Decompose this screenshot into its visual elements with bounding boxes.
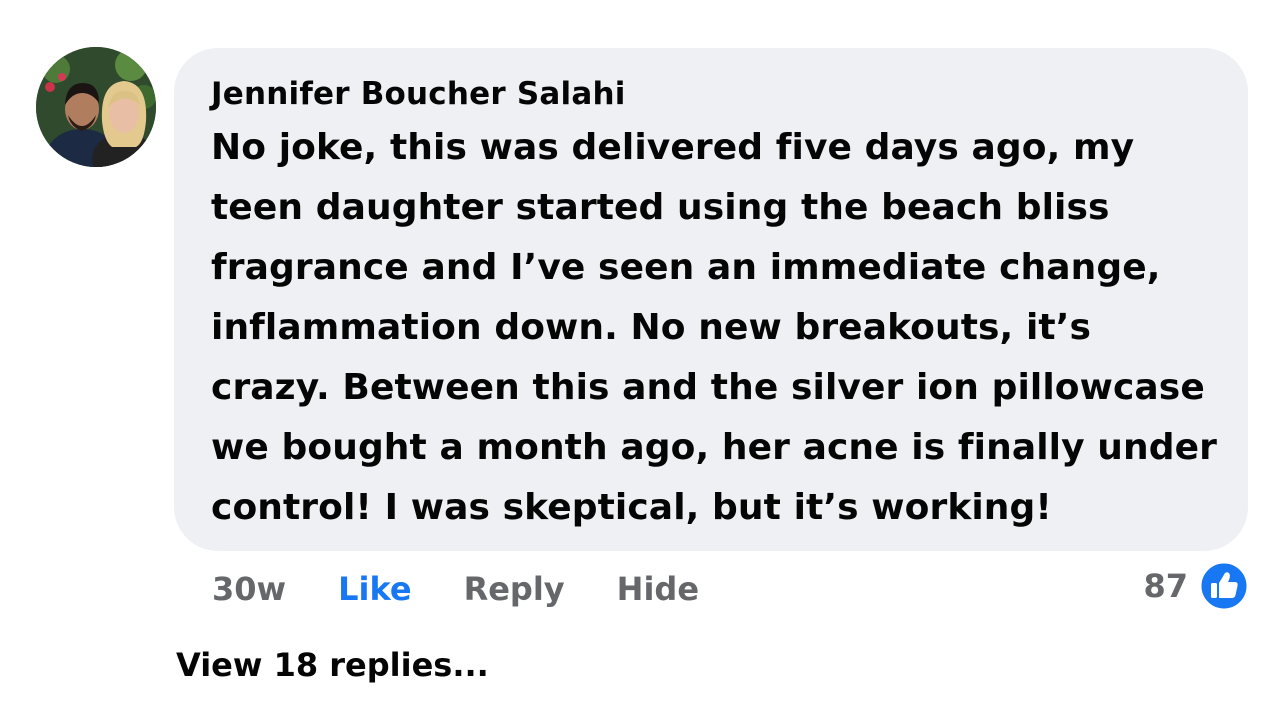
comment-text: No joke, this was delivered five days ag… [211, 127, 1217, 528]
reply-button[interactable]: Reply [464, 570, 565, 608]
avatar[interactable] [36, 47, 156, 167]
hide-button[interactable]: Hide [617, 570, 699, 608]
view-replies-link[interactable]: View 18 replies... [176, 646, 489, 684]
comment-timestamp[interactable]: 30w [212, 570, 286, 608]
comment-thread: Jennifer Boucher Salahi No joke, this wa… [0, 0, 1284, 705]
comment-author[interactable]: Jennifer Boucher Salahi [211, 74, 1218, 114]
comment-bubble: Jennifer Boucher Salahi No joke, this wa… [174, 48, 1248, 551]
thumbs-up-icon [1200, 562, 1248, 610]
reaction-count: 87 [1143, 567, 1188, 605]
avatar-photo [36, 47, 156, 167]
reaction-summary[interactable]: 87 [1143, 562, 1248, 610]
like-button[interactable]: Like [338, 570, 411, 608]
comment-actions: 30w Like Reply Hide [212, 566, 699, 612]
